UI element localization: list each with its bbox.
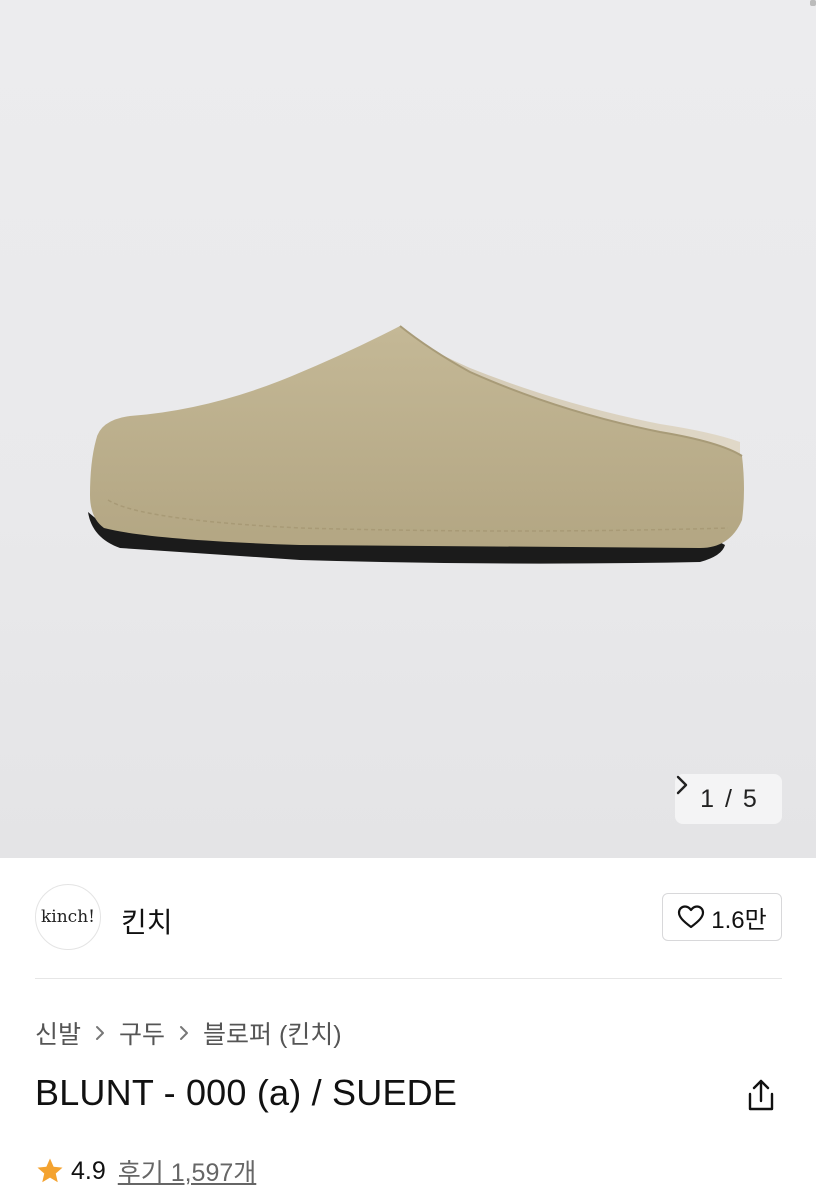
like-button[interactable]: 1.6만 [662, 893, 782, 941]
brand-name-link[interactable]: 킨치 [121, 901, 173, 941]
breadcrumb-item-bloafer[interactable]: 블로퍼 (킨치) [203, 1015, 342, 1051]
brand-logo-text: kinch! [41, 907, 95, 927]
pager-label: 1 / 5 [700, 785, 757, 814]
pager-separator: / [725, 784, 732, 813]
rating-summary: 4.9 후기 1,597개 [35, 1153, 256, 1189]
like-count: 1.6만 [711, 906, 767, 934]
breadcrumb-item-dress-shoes[interactable]: 구두 [119, 1015, 165, 1051]
chevron-right-icon [96, 1026, 105, 1040]
chevron-right-icon[interactable] [675, 774, 689, 796]
breadcrumb-item-shoes[interactable]: 신발 [35, 1015, 81, 1051]
scroll-indicator [810, 0, 816, 6]
share-icon[interactable] [742, 1076, 780, 1114]
image-pager[interactable]: 1 / 5 [675, 774, 782, 824]
breadcrumb: 신발 구두 블로퍼 (킨치) [35, 1015, 342, 1051]
chevron-right-icon [180, 1026, 189, 1040]
product-title: BLUNT - 000 (a) / SUEDE [35, 1072, 458, 1113]
divider [35, 978, 782, 979]
pager-total: 5 [742, 784, 757, 813]
heart-outline-icon [678, 905, 705, 929]
product-image-gallery[interactable]: 1 / 5 [0, 0, 816, 858]
product-image [88, 325, 744, 564]
brand-row: kinch! 킨치 1.6만 [35, 884, 782, 950]
brand-logo[interactable]: kinch! [35, 884, 101, 950]
pager-current: 1 [700, 784, 715, 813]
rating-score: 4.9 [71, 1156, 106, 1185]
reviews-link[interactable]: 후기 1,597개 [118, 1153, 257, 1189]
star-icon [37, 1158, 63, 1183]
